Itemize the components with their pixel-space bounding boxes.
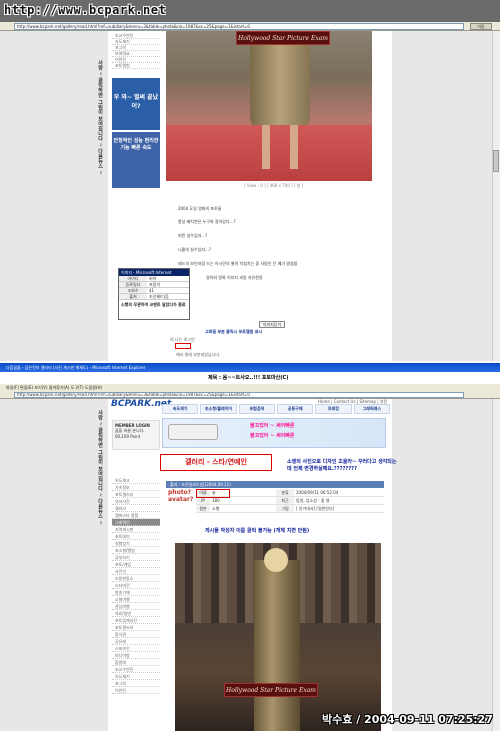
body-line: 니콜의 실수입자...? (178, 247, 211, 252)
left-menu-item[interactable]: 지역게시판 (112, 526, 160, 533)
nav-item[interactable]: 속도재기 (162, 404, 199, 414)
photo-watermark-2: Hollywood Star Picture Exam (224, 683, 318, 697)
left-menu-item[interactable]: 포토/게임 (112, 561, 160, 568)
right-background (392, 31, 500, 361)
info-header: 출처 : 조선일보/다음(2004,09.11) (166, 481, 384, 488)
left-menu-item[interactable]: 캠퍼스타 종합 (112, 512, 160, 519)
photo-figure (254, 560, 300, 731)
left-menu-item[interactable]: 포그릭 (112, 680, 160, 687)
left-background (0, 31, 108, 361)
left-menu-item[interactable]: 스포츠인 (112, 645, 160, 652)
left-menu-item[interactable]: 실험방기 (112, 540, 160, 547)
request-line: 게시물 작성자 이름 클릭 불가능 (개체 치면 안됨) (205, 528, 310, 534)
left-menu-item[interactable]: 소형여행 (112, 596, 160, 603)
left-menu-item[interactable]: 포토데이 (112, 533, 160, 540)
body-line: 2004 도일 영화의 포토들 (178, 206, 222, 211)
close-image-button[interactable]: 이미지닫기 (259, 321, 285, 328)
vertical-banner-text-2: 사랑 ~ 클릭하면 그림이 보여집니다 ~ 다음뉴스 ~ (97, 410, 103, 525)
left-background-2 (0, 399, 108, 731)
scrollbar[interactable] (492, 31, 500, 361)
left-menu-item[interactable]: 포토갤러리 (112, 491, 160, 498)
popup-window: 이미지 - Microsoft Internet Explorer 아이디비어 … (118, 268, 190, 320)
scrollbar-2[interactable] (492, 399, 500, 731)
menu-bar[interactable]: 파일(F) 편집(E) 보기(V) 즐겨찾기(A) 도구(T) 도움말(H) (0, 384, 500, 391)
popup-title: 이미지 - Microsoft Internet Explorer (119, 269, 189, 282)
left-menu-item[interactable]: 조용한동소 (112, 575, 160, 582)
address-input-2[interactable]: http://www.bcpark.net/gallery/read.html?… (14, 392, 464, 398)
site-logo[interactable]: BCPARK.net (111, 399, 171, 415)
banner-ad-line: 불끄었어 ~ 써어빠른 (250, 433, 295, 439)
left-menu-item[interactable]: 합식관 (112, 631, 160, 638)
left-menu-item[interactable]: 방송가재 (112, 589, 160, 596)
photo-avatar-note: photo? avatar? (168, 489, 194, 503)
gallery-title: 갤러리 - 스타/연예인 (160, 454, 272, 471)
popup-footer: 소행의 무관하여 코멘트 달았다가 종료 (121, 302, 186, 307)
comment-note: 에서 원래 부분되었습니다. (176, 352, 221, 357)
photo-caption: [ View : 0 ] [ 468 x 700 ] [ 원 ] (244, 183, 304, 188)
left-menu-item[interactable]: 공부하기 (112, 554, 160, 561)
photo-leg (262, 125, 270, 169)
left-menu-item[interactable]: 가속정보 (112, 484, 160, 491)
left-menu-item[interactable]: 유저사진 (112, 498, 160, 505)
nav-item[interactable]: 포럼검색 (238, 404, 275, 414)
address-input[interactable]: http://www.bcpark.net/gallery/read.html?… (14, 23, 464, 30)
go-button[interactable]: 이동 (470, 23, 492, 30)
left-menu-item[interactable]: 조교수연진 (112, 666, 160, 673)
left-menu-item[interactable]: 포토업계사진 (112, 617, 160, 624)
nav-item[interactable]: 초소형/플레이어 (200, 404, 237, 414)
left-menu-item[interactable]: 이연진 (112, 687, 160, 694)
banner-ad[interactable]: 우 와~ 벌써 끝났어? (112, 78, 160, 130)
member-login-box: MEMBER LOGIN 꿈을 바꿀 분니다. 00,100 Point (112, 420, 160, 450)
body-line: 영어와 얼룩 이미지 과일 자유한정 (206, 275, 263, 280)
left-menu-item[interactable]: 합방데 (112, 659, 160, 666)
left-menu-item[interactable]: 자료/일반 (112, 610, 160, 617)
main-nav: 속도재기 초소형/플레이어 포럼검색 공동구매 트래킹 그래픽레스 (162, 402, 390, 416)
left-menu-item[interactable]: 그래픽인 (112, 519, 160, 526)
left-menu-item[interactable]: 포토앨범 (112, 63, 160, 69)
right-background-2 (392, 399, 500, 731)
left-menu-item[interactable]: 포토갤러리 (112, 624, 160, 631)
left-menu-item[interactable]: 관심여행 (112, 603, 160, 610)
left-menu-item[interactable]: 초소형/앨범 (112, 547, 160, 554)
banner-ad-line: 불끄었어 ~ 써어빠른 (250, 423, 295, 429)
nav-item[interactable]: 공동구매 (276, 404, 314, 414)
left-menu-item[interactable]: 속도체크 (112, 477, 160, 484)
info-row: 원본 소행 그림[ 안가대사] [일반안다] (196, 505, 384, 513)
member-points: 00,100 Point (115, 434, 141, 439)
window-title-bar: 다음꿈을 - 검은전자 갤러리 (사진 게시판 해체도) - Microsoft… (0, 363, 500, 372)
title-message: 제목 : 음~~트사오..!!! 포토마산(C) (208, 375, 289, 381)
left-menu-item[interactable]: 갤러리 (112, 505, 160, 512)
body-line: 떠린 실수입자...? (178, 233, 208, 238)
annotation-text: 소행의 사진으로 디자인 조율라~ 꾸러다고 생각되는데 언제 변경하실께요.?… (287, 459, 397, 472)
watermark-url: http://www.bcpark.net (4, 3, 167, 17)
author-signature: 박수효 / 2004-09-11 07:25:27 (322, 713, 493, 726)
photo-watermark: Hollywood Star Picture Exam (236, 31, 330, 45)
bottom-link[interactable]: 고화질 부분 클릭시 포토앨범 표시 (205, 329, 262, 335)
left-menu-item[interactable]: 공유래 (112, 638, 160, 645)
device-image (168, 424, 218, 440)
photo-leg (290, 125, 298, 169)
left-menu-item[interactable]: 속도재기 (112, 673, 160, 680)
left-menu-item[interactable]: 사진인 (112, 568, 160, 575)
name-highlight-box (196, 489, 230, 498)
scrollbar-thumb[interactable] (493, 150, 499, 172)
body-line: 레드의 보인처럼 드는 아시민의 별의 치칭치는 좋 사람인 단 예기 말씀을 (178, 261, 298, 266)
vertical-banner-text: 사랑 ~ 클릭하면 그림이 보여집니다 ~ 다음뉴스 ~ (97, 60, 103, 175)
nav-item[interactable]: 그래픽레스 (353, 404, 390, 414)
left-menu: 조교수연진 속도재기 포그릭 보여줘요 이연진 포토앨범 (112, 33, 160, 69)
left-menu-2: 속도체크 가속정보 포토갤러리 유저사진 갤러리 캠퍼스타 종합 그래픽인 지역게시판 포토데이… (112, 477, 160, 694)
photo-figure-head (264, 548, 288, 572)
body-line: 항상 배치연은 누구와 걸어있다...? (178, 219, 236, 224)
left-menu-item[interactable]: 미디어방 (112, 652, 160, 659)
photo-dress (250, 31, 310, 131)
nav-item[interactable]: 트래킹 (315, 404, 352, 414)
highlight-box (175, 343, 191, 349)
left-menu-item[interactable]: 스타마건 (112, 582, 160, 589)
info-row: IP 180 최근 동영, 엄소상 : 좋 영 (196, 497, 384, 505)
banner-ad-storage[interactable]: 안정적인 성능 편리한 기능 빠른 속도 (112, 132, 160, 188)
